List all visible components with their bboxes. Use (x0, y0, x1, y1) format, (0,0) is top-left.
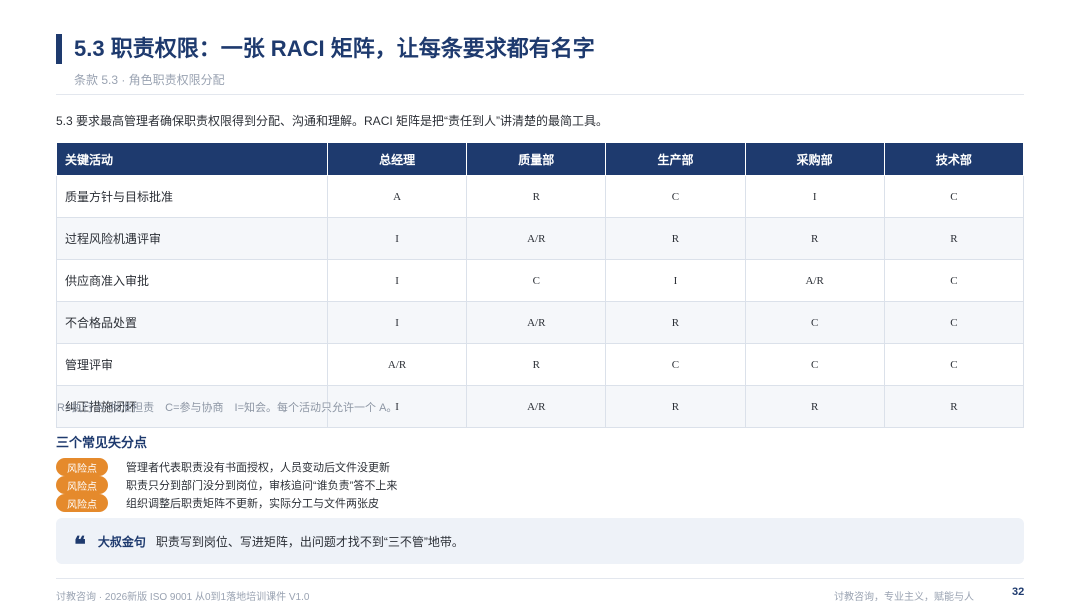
raci-legend: R=执行 A=批准担责 C=参与协商 I=知会。每个活动只允许一个 A。 (57, 402, 398, 414)
raci-cell: C (744, 301, 885, 344)
footer-course-info: 讨教咨询 · 2026新版 ISO 9001 从0到1落地培训课件 V1.0 (56, 592, 310, 603)
column-header-gm: 总经理 (326, 142, 468, 176)
pitfall-item: 风险点 职责只分到部门没分到岗位，审核追问“谁负责”答不上来 (56, 476, 397, 494)
raci-cell: C (466, 259, 607, 302)
table-row: 质量方针与目标批准 A R C I C (56, 175, 1025, 218)
raci-cell: A/R (466, 217, 607, 260)
activity-cell: 不合格品处置 (56, 301, 328, 344)
footer-slogan: 讨教咨询，专业主义，赋能与人 (834, 592, 974, 603)
raci-matrix-table: 关键活动 总经理 质量部 生产部 采购部 技术部 质量方针与目标批准 A R C… (56, 142, 1025, 428)
raci-cell: R (744, 385, 885, 428)
raci-cell: R (466, 175, 607, 218)
risk-badge: 风险点 (56, 494, 108, 512)
column-header-activity: 关键活动 (56, 142, 328, 176)
raci-cell: A (326, 175, 468, 218)
raci-cell: A/R (466, 301, 607, 344)
raci-cell: R (605, 217, 746, 260)
raci-cell: R (883, 217, 1025, 260)
activity-cell: 供应商准入审批 (56, 259, 328, 302)
table-header-row: 关键活动 总经理 质量部 生产部 采购部 技术部 (56, 142, 1025, 176)
activity-cell: 管理评审 (56, 343, 328, 386)
title-divider (56, 94, 1024, 95)
page-subtitle: 条款 5.3 · 角色职责权限分配 (74, 73, 225, 87)
pitfall-item: 风险点 组织调整后职责矩阵不更新，实际分工与文件两张皮 (56, 494, 379, 512)
raci-cell: C (605, 343, 746, 386)
intro-text: 5.3 要求最高管理者确保职责权限得到分配、沟通和理解。RACI 矩阵是把“责任… (56, 114, 609, 128)
raci-cell: R (605, 301, 746, 344)
table-row: 管理评审 A/R R C C C (56, 343, 1025, 386)
table-row: 供应商准入审批 I C I A/R C (56, 259, 1025, 302)
raci-cell: R (466, 343, 607, 386)
table-row: 过程风险机遇评审 I A/R R R R (56, 217, 1025, 260)
column-header-purchasing: 采购部 (744, 142, 885, 176)
raci-cell: R (605, 385, 746, 428)
risk-badge: 风险点 (56, 476, 108, 494)
activity-cell: 过程风险机遇评审 (56, 217, 328, 260)
raci-cell: C (883, 175, 1025, 218)
column-header-production: 生产部 (605, 142, 746, 176)
raci-cell: C (883, 301, 1025, 344)
raci-cell: A/R (466, 385, 607, 428)
footer-divider (56, 578, 1024, 579)
raci-cell: C (744, 343, 885, 386)
column-header-quality: 质量部 (466, 142, 607, 176)
table-row: 不合格品处置 I A/R R C C (56, 301, 1025, 344)
raci-cell: C (883, 259, 1025, 302)
raci-cell: C (605, 175, 746, 218)
quote-box: ❝ 大叔金句 职责写到岗位、写进矩阵，出问题才找不到“三不管”地带。 (56, 518, 1024, 564)
quote-label: 大叔金句 (97, 534, 146, 549)
raci-cell: A/R (326, 343, 468, 386)
pitfall-text: 管理者代表职责没有书面授权，人员变动后文件没更新 (126, 462, 390, 474)
raci-cell: C (883, 343, 1025, 386)
column-header-technical: 技术部 (883, 142, 1025, 176)
raci-cell: I (326, 259, 468, 302)
page-title: 5.3 职责权限：一张 RACI 矩阵，让每条要求都有名字 (74, 36, 595, 61)
pitfall-text: 职责只分到部门没分到岗位，审核追问“谁负责”答不上来 (126, 480, 398, 492)
raci-cell: I (326, 301, 468, 344)
raci-cell: R (883, 385, 1025, 428)
raci-cell: I (744, 175, 885, 218)
risk-badge: 风险点 (56, 458, 108, 476)
raci-cell: I (326, 217, 468, 260)
quote-text: 职责写到岗位、写进矩阵，出问题才找不到“三不管”地带。 (155, 534, 464, 549)
raci-cell: I (605, 259, 746, 302)
pitfall-text: 组织调整后职责矩阵不更新，实际分工与文件两张皮 (126, 498, 379, 510)
quote-icon: ❝ (74, 532, 86, 558)
pitfall-item: 风险点 管理者代表职责没有书面授权，人员变动后文件没更新 (56, 458, 390, 476)
title-accent-bar (56, 34, 62, 64)
raci-cell: R (744, 217, 885, 260)
raci-cell: A/R (744, 259, 885, 302)
activity-cell: 质量方针与目标批准 (56, 175, 328, 218)
page-number: 32 (1012, 586, 1025, 598)
pitfalls-heading: 三个常见失分点 (56, 435, 148, 450)
